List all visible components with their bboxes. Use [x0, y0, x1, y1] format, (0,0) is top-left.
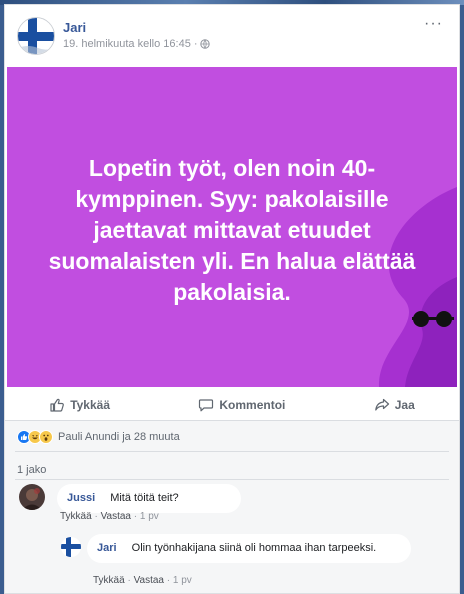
author-name[interactable]: Jari: [63, 20, 86, 35]
post: Jari 19. helmikuuta kello 16:45 · ··· Lo…: [5, 5, 459, 421]
reactions-summary[interactable]: Pauli Anundi ja 28 muuta: [17, 430, 180, 444]
comment-icon: [199, 398, 214, 411]
reply-avatar[interactable]: [61, 537, 81, 557]
finland-flag-icon: [18, 18, 54, 54]
comment-actions: Tykkää · Vastaa · 1 pv: [60, 511, 159, 522]
reply-bubble: Jari Olin työnhakijana siinä oli hommaa …: [87, 534, 411, 563]
globe-icon: [200, 39, 211, 49]
comment-time[interactable]: 1 pv: [140, 511, 159, 522]
comment-label: Kommentoi: [219, 397, 286, 412]
thumbs-up-icon: [50, 398, 65, 412]
share-label: Jaa: [394, 397, 415, 412]
post-card: Jari 19. helmikuuta kello 16:45 · ··· Lo…: [4, 4, 460, 594]
comment-reply-link[interactable]: Vastaa: [101, 511, 131, 522]
avatar-photo-icon: [19, 484, 45, 510]
author-avatar[interactable]: [17, 17, 55, 55]
post-timestamp[interactable]: 19. helmikuuta kello 16:45: [63, 38, 191, 50]
like-button[interactable]: Tykkää: [49, 397, 110, 413]
reply-time[interactable]: 1 pv: [173, 575, 192, 586]
divider: [15, 479, 449, 480]
more-options-icon[interactable]: ···: [424, 15, 443, 33]
comment-button[interactable]: Kommentoi: [198, 397, 285, 413]
post-actions: Tykkää Kommentoi Jaa: [5, 389, 459, 421]
comment-text: Mitä töitä teit?: [110, 492, 179, 504]
reply-actions: Tykkää · Vastaa · 1 pv: [93, 575, 192, 586]
reactions-text: Pauli Anundi ja 28 muuta: [58, 431, 180, 443]
like-label: Tykkää: [70, 397, 110, 412]
comment-bubble: Jussi Mitä töitä teit?: [57, 484, 241, 513]
comment-like-link[interactable]: Tykkää: [60, 511, 92, 522]
share-button[interactable]: Jaa: [374, 397, 415, 413]
reply-reply-link[interactable]: Vastaa: [134, 575, 164, 586]
wow-icon: [39, 430, 53, 444]
commenter-avatar[interactable]: [19, 484, 45, 510]
shares-count[interactable]: 1 jako: [17, 464, 46, 476]
comment-author[interactable]: Jussi: [67, 492, 95, 504]
share-icon: [374, 398, 389, 411]
finland-flag-icon: [61, 537, 81, 557]
post-background: Lopetin työt, olen noin 40-kymppinen. Sy…: [7, 67, 457, 387]
reply-text: Olin työnhakijana siinä oli hommaa ihan …: [131, 542, 377, 554]
post-meta: 19. helmikuuta kello 16:45 ·: [63, 38, 211, 50]
reply-author[interactable]: Jari: [97, 542, 117, 554]
reply-like-link[interactable]: Tykkää: [93, 575, 125, 586]
post-text: Lopetin työt, olen noin 40-kymppinen. Sy…: [48, 155, 416, 305]
divider: [15, 451, 449, 452]
